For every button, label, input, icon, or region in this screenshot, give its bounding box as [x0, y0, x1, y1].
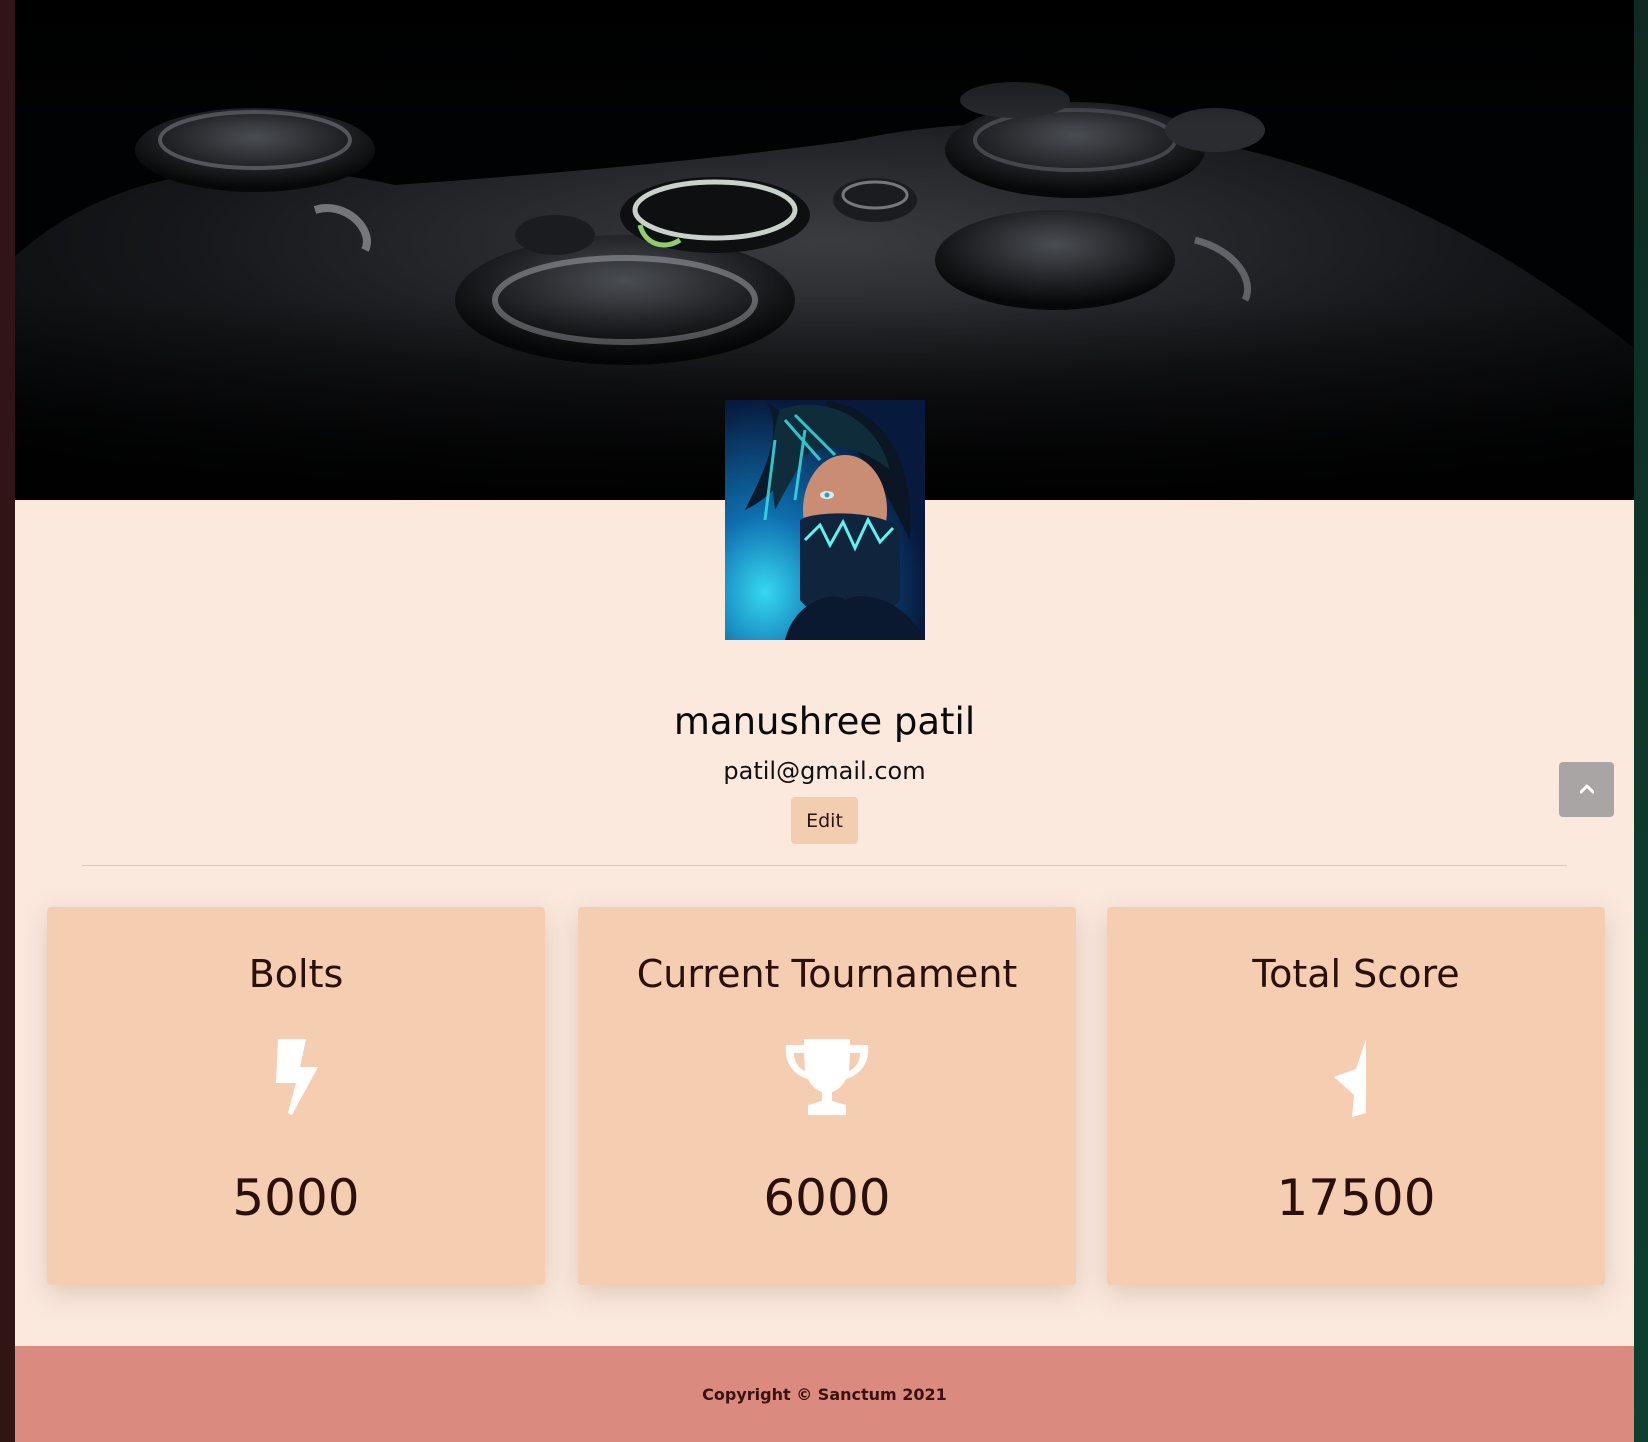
stat-card-title: Current Tournament: [636, 952, 1018, 996]
stat-card-value: 6000: [763, 1169, 891, 1227]
stat-card-title: Bolts: [248, 952, 344, 996]
stat-card-title: Total Score: [1252, 952, 1460, 996]
stat-card-value: 5000: [232, 1169, 360, 1227]
stat-card-value: 17500: [1276, 1169, 1436, 1227]
chevron-up-icon: [1579, 782, 1594, 797]
left-edge: [0, 0, 15, 1442]
trophy-icon: [777, 1037, 877, 1117]
section-divider: [82, 865, 1567, 866]
profile-name: manushree patil: [673, 700, 976, 743]
star-half-icon: [1306, 1037, 1406, 1117]
profile-email: patil@gmail.com: [723, 757, 926, 785]
site-footer: Copyright © Sanctum 2021: [15, 1346, 1634, 1442]
stat-card-total-score: Total Score 17500: [1107, 907, 1605, 1285]
profile-page: manushree patil patil@gmail.com Edit Bol…: [15, 0, 1634, 1442]
stat-card-bolts: Bolts 5000: [47, 907, 545, 1285]
edit-profile-button[interactable]: Edit: [791, 797, 858, 844]
bolt-icon: [246, 1037, 346, 1117]
stat-card-current-tournament: Current Tournament 6000: [578, 907, 1076, 1285]
right-edge: [1634, 0, 1648, 1442]
profile-avatar: [725, 400, 925, 640]
scroll-to-top-button[interactable]: [1559, 762, 1614, 817]
copyright-text: Copyright © Sanctum 2021: [702, 1385, 947, 1404]
